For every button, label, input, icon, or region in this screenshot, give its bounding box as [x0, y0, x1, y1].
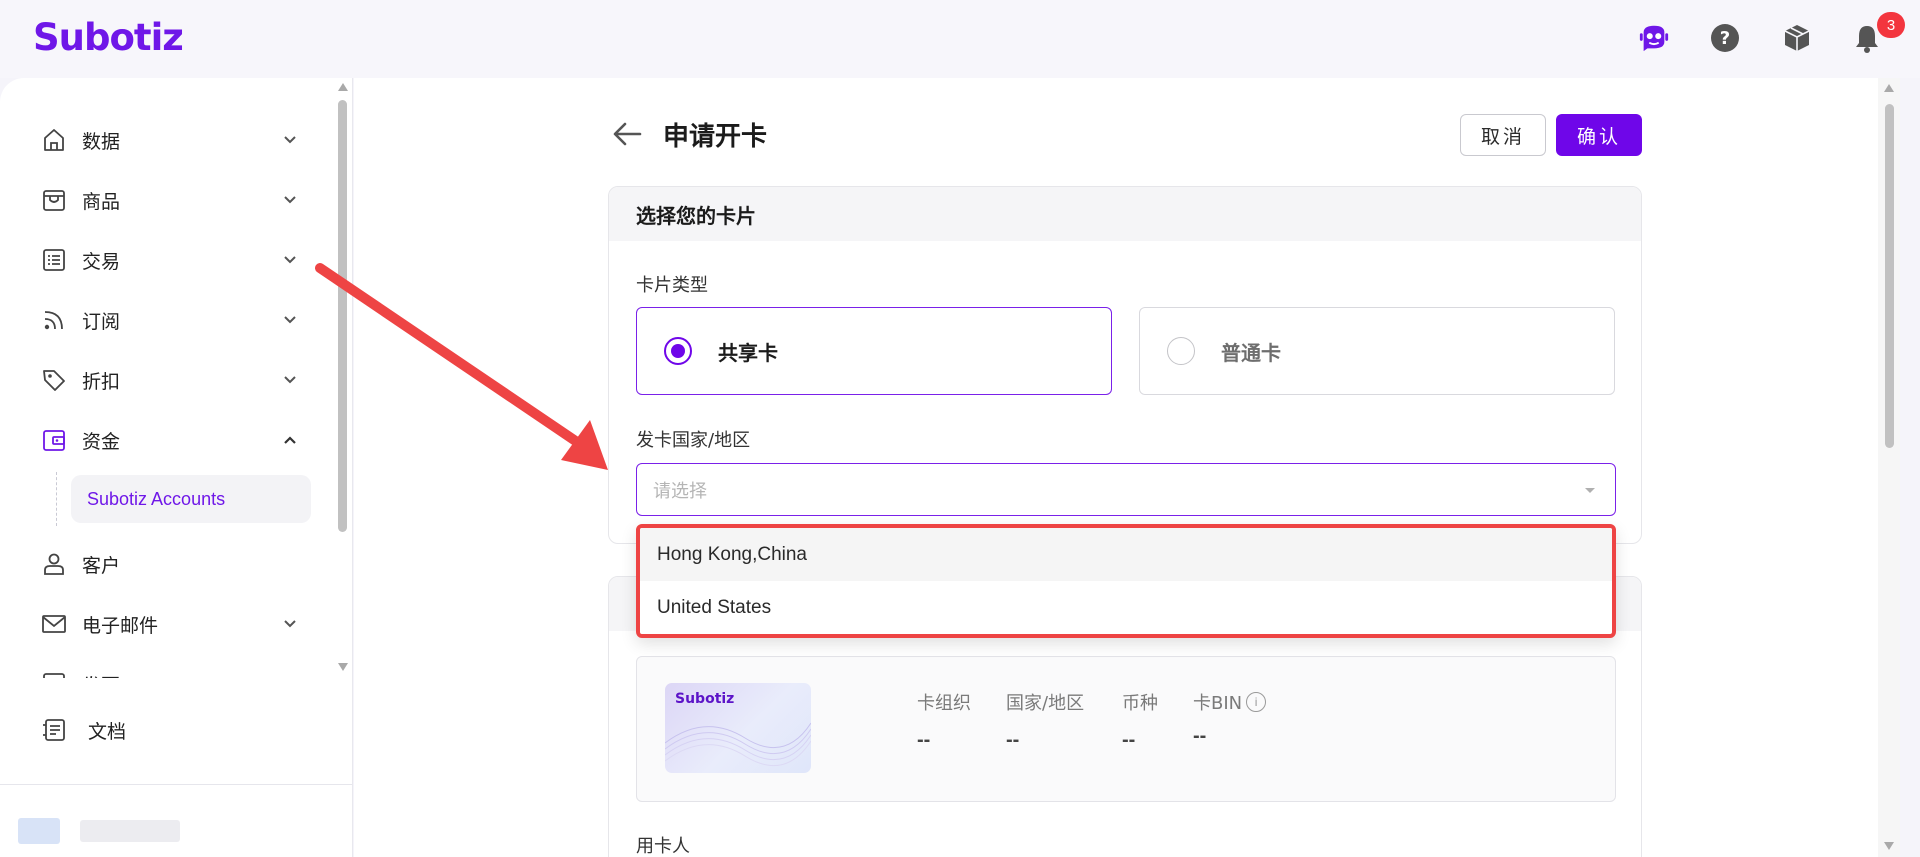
info-header: 卡BIN — [1193, 693, 1243, 714]
card-thumb-logo: Subotiz — [675, 691, 735, 707]
chevron-down-icon — [280, 674, 300, 678]
info-header: 卡组织 — [917, 693, 971, 714]
info-header: 币种 — [1122, 693, 1158, 714]
panel-title: 选择您的卡片 — [609, 187, 1641, 241]
card-info-box: Subotiz 卡组织 -- 国家/地区 -- 币种 -- 卡BIN i -- — [636, 656, 1616, 802]
page-title: 申请开卡 — [663, 122, 768, 152]
notification-badge: 3 — [1877, 12, 1905, 38]
cancel-button[interactable]: 取消 — [1460, 114, 1546, 156]
chevron-down-icon — [280, 130, 300, 150]
card-type-option-normal[interactable]: 普通卡 — [1139, 307, 1615, 395]
sidebar-item-docs[interactable]: 文档 — [40, 708, 126, 752]
info-value: -- — [1122, 729, 1136, 751]
main-scrollbar[interactable] — [1878, 78, 1900, 857]
caret-down-icon — [1585, 488, 1595, 493]
main-content: 申请开卡 取消 确认 选择您的卡片 卡片类型 共享卡 普通卡 发卡国家/地区 请… — [354, 78, 1900, 857]
sidebar-item-label: 资金 — [82, 430, 121, 453]
country-label: 发卡国家/地区 — [636, 430, 751, 451]
sidebar-item-funds[interactable]: 资金 — [40, 418, 300, 462]
chevron-down-icon — [280, 614, 300, 634]
svg-text:?: ? — [1720, 28, 1730, 49]
card-type-option-shared[interactable]: 共享卡 — [636, 307, 1112, 395]
radio-unselected-icon[interactable] — [1167, 337, 1195, 365]
info-value: -- — [1006, 729, 1020, 751]
country-option-hong-kong[interactable]: Hong Kong,China — [640, 528, 1612, 581]
account-name-blurred[interactable] — [80, 820, 180, 842]
scroll-up-arrow-icon[interactable] — [1884, 84, 1894, 92]
info-col-country: 国家/地区 -- — [1006, 689, 1084, 752]
info-header: 国家/地区 — [1006, 693, 1085, 714]
country-dropdown-menu: Hong Kong,China United States — [636, 524, 1616, 638]
chevron-down-icon — [280, 310, 300, 330]
sidebar-scrollbar[interactable] — [334, 78, 352, 678]
user-icon — [40, 550, 68, 578]
country-select[interactable]: 请选择 — [636, 463, 1616, 516]
info-col-currency: 币种 -- — [1122, 689, 1158, 752]
scroll-down-arrow-icon[interactable] — [1884, 842, 1894, 850]
scroll-up-arrow-icon[interactable] — [338, 83, 348, 91]
info-header-row: 卡BIN i — [1193, 689, 1267, 715]
confirm-button[interactable]: 确认 — [1556, 114, 1642, 156]
sidebar: 数据 商品 交易 订阅 折扣 资金 Subotiz Accounts 客户 电子… — [0, 78, 353, 857]
info-col-network: 卡组织 -- — [917, 689, 971, 752]
card-type-option-label: 共享卡 — [718, 340, 778, 365]
document-icon — [40, 716, 68, 744]
chevron-up-icon — [280, 430, 300, 450]
sidebar-item-label: 商品 — [82, 190, 121, 213]
info-value: -- — [1193, 725, 1207, 747]
info-icon[interactable]: i — [1246, 692, 1267, 712]
info-value: -- — [917, 729, 931, 751]
country-select-placeholder: 请选择 — [653, 480, 707, 502]
sidebar-item-label: 电子邮件 — [82, 614, 159, 637]
scrollbar-thumb[interactable] — [338, 100, 347, 532]
rss-icon — [40, 306, 68, 334]
assistant-bot-icon[interactable] — [1638, 22, 1670, 54]
sidebar-item-label: 发票 — [82, 671, 120, 679]
scrollbar-thumb[interactable] — [1885, 104, 1894, 448]
sidebar-item-data[interactable]: 数据 — [40, 118, 300, 162]
info-col-bin: 卡BIN i -- — [1193, 689, 1267, 748]
sidebar-item-label: 订阅 — [82, 310, 121, 333]
wallet-icon — [40, 426, 68, 454]
sidebar-item-subscriptions[interactable]: 订阅 — [40, 298, 300, 342]
sidebar-item-discounts[interactable]: 折扣 — [40, 358, 300, 402]
card-type-label: 卡片类型 — [636, 275, 708, 296]
docs-label: 文档 — [88, 720, 127, 743]
radio-selected-icon[interactable] — [664, 337, 692, 365]
chevron-down-icon — [280, 250, 300, 270]
home-icon — [40, 126, 68, 154]
sidebar-item-label: 数据 — [82, 130, 121, 153]
avatar[interactable] — [18, 818, 60, 844]
sidebar-item-label: 交易 — [82, 250, 121, 273]
back-arrow-icon[interactable] — [610, 118, 646, 150]
tag-icon — [40, 366, 68, 394]
sidebar-item-transactions[interactable]: 交易 — [40, 238, 300, 282]
chevron-down-icon — [280, 370, 300, 390]
card-thumbnail: Subotiz — [665, 683, 811, 773]
sidebar-divider — [0, 784, 352, 785]
app-logo[interactable]: Subotiz — [33, 16, 184, 59]
sidebar-item-invoices[interactable]: 发票 — [40, 662, 300, 678]
submenu-guide-line — [56, 472, 57, 526]
card-type-option-label: 普通卡 — [1221, 340, 1281, 365]
country-option-united-states[interactable]: United States — [640, 581, 1612, 634]
scroll-down-arrow-icon[interactable] — [338, 663, 348, 671]
top-bar: Subotiz ? 3 — [0, 0, 1920, 78]
help-icon[interactable]: ? — [1709, 22, 1741, 54]
sidebar-item-label: 客户 — [82, 554, 121, 577]
invoice-icon — [40, 670, 68, 678]
sidebar-item-products[interactable]: 商品 — [40, 178, 300, 222]
list-icon — [40, 246, 68, 274]
sidebar-item-email[interactable]: 电子邮件 — [40, 602, 300, 646]
mail-icon — [40, 610, 68, 638]
sidebar-item-customers[interactable]: 客户 — [40, 542, 300, 586]
package-icon[interactable] — [1781, 22, 1813, 54]
store-icon — [40, 186, 68, 214]
sidebar-nav: 数据 商品 交易 订阅 折扣 资金 Subotiz Accounts 客户 电子… — [0, 78, 334, 678]
chevron-down-icon — [280, 190, 300, 210]
sidebar-item-label: 折扣 — [82, 370, 121, 393]
sidebar-subitem-subotiz-accounts[interactable]: Subotiz Accounts — [71, 475, 311, 523]
card-user-label: 用卡人 — [636, 836, 690, 857]
